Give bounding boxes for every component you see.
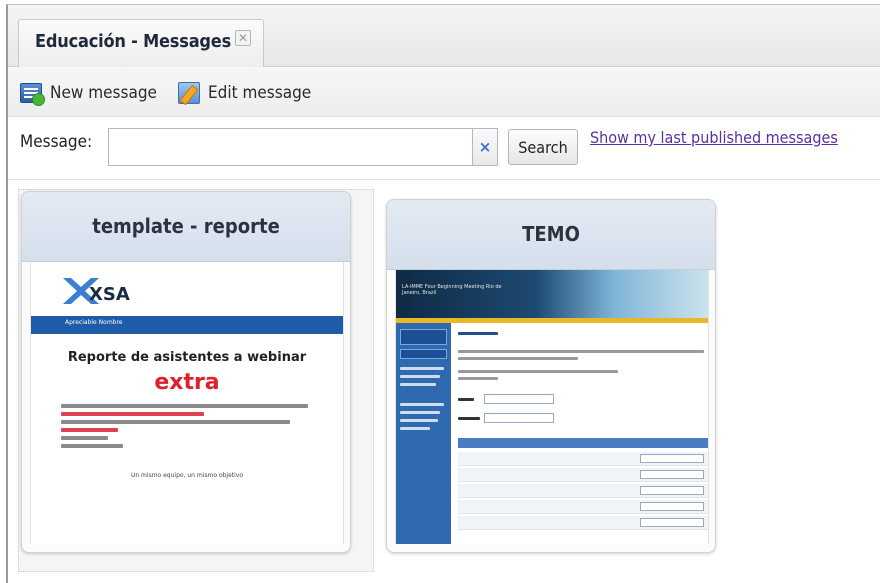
xsa-logo-icon: XSA	[63, 278, 130, 305]
edit-message-icon	[178, 82, 200, 104]
new-message-icon	[20, 83, 45, 106]
messages-grid: template - reporte XSA Apreciable Nombre…	[8, 181, 880, 583]
message-label: Message:	[20, 132, 93, 152]
new-message-label: New message	[50, 83, 157, 103]
search-button[interactable]: Search	[508, 129, 578, 165]
edit-message-button[interactable]: Edit message	[178, 81, 311, 105]
preview-emphasis: extra	[154, 370, 220, 395]
close-icon[interactable]: ✕	[235, 30, 251, 46]
message-card[interactable]: template - reporte XSA Apreciable Nombre…	[21, 191, 351, 553]
preview-greeting-bar: Apreciable Nombre	[31, 316, 343, 334]
card-header: TEMO	[387, 200, 715, 270]
logo-text: XSA	[89, 284, 130, 305]
card-title: template - reporte	[92, 214, 280, 238]
tab-educacion-messages[interactable]: Educación - Messages ✕	[18, 19, 264, 67]
preview-heading: Reporte de asistentes a webinar	[67, 350, 307, 365]
preview-banner-text: LA-iMME Four Beginning Meeting Rio de Ja…	[402, 284, 502, 296]
preview-body-text	[61, 404, 321, 452]
tab-bar: Educación - Messages ✕	[8, 5, 880, 67]
tab-title: Educación - Messages	[35, 31, 232, 52]
card-preview: XSA Apreciable Nombre Reporte de asisten…	[30, 262, 344, 544]
preview-greeting: Apreciable Nombre	[65, 319, 123, 326]
preview-form	[456, 328, 708, 544]
messages-window: Educación - Messages ✕ New message Edit …	[6, 4, 880, 583]
preview-sidebar	[396, 323, 451, 544]
search-row: Message: × Search Show my last published…	[8, 118, 880, 180]
preview-banner: LA-iMME Four Beginning Meeting Rio de Ja…	[396, 270, 708, 318]
preview-footer: Un mismo equipo, un mismo objetivo	[130, 472, 244, 479]
toolbar: New message Edit message	[8, 67, 880, 117]
message-search-input[interactable]	[108, 128, 472, 166]
edit-message-label: Edit message	[208, 83, 312, 103]
message-card[interactable]: TEMO LA-iMME Four Beginning Meeting Rio …	[386, 199, 716, 553]
card-header: template - reporte	[22, 192, 350, 262]
card-preview: LA-iMME Four Beginning Meeting Rio de Ja…	[395, 270, 709, 544]
new-message-button[interactable]: New message	[20, 81, 157, 106]
card-title: TEMO	[522, 222, 580, 246]
clear-search-icon[interactable]: ×	[472, 128, 498, 166]
last-published-link[interactable]: Show my last published messages	[590, 128, 838, 147]
